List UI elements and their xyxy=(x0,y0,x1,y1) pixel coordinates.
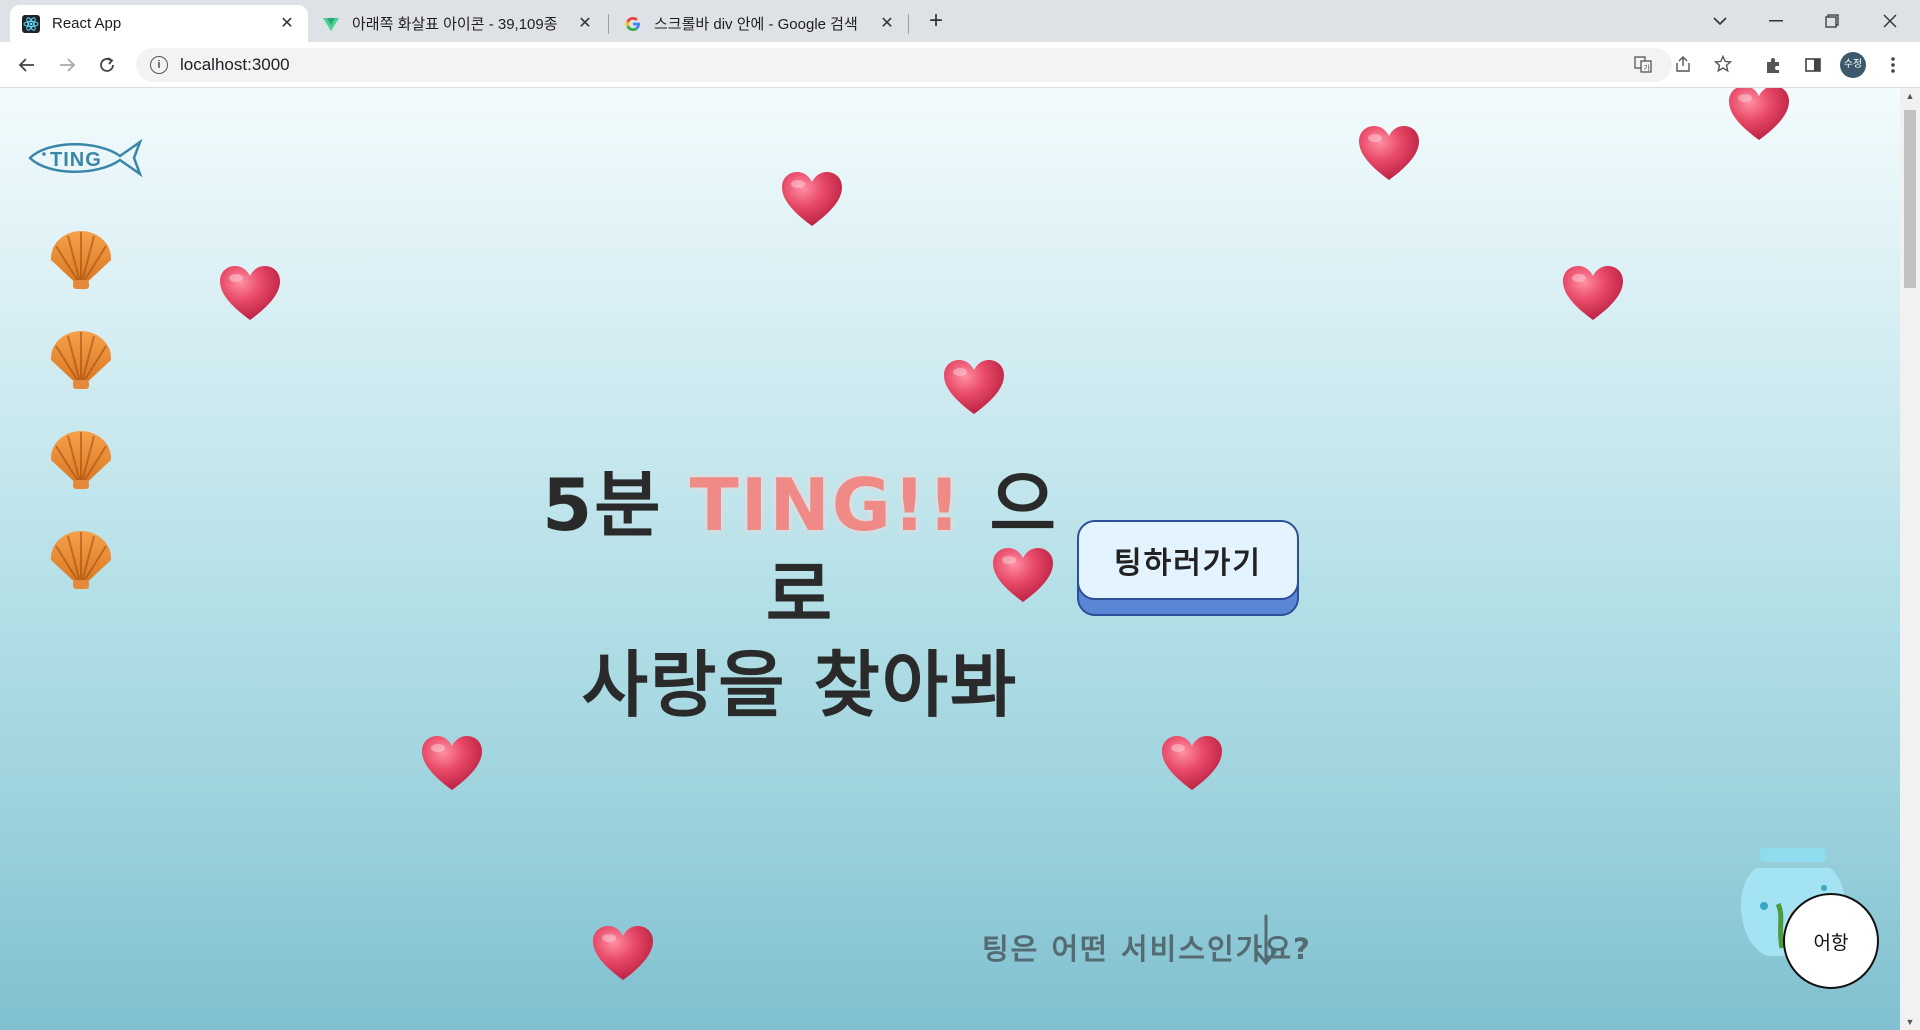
heart-icon xyxy=(1359,126,1419,180)
heart-icon xyxy=(993,548,1053,602)
heart-icon xyxy=(782,172,842,226)
reload-button[interactable] xyxy=(92,50,122,80)
forward-button[interactable] xyxy=(52,50,82,80)
page-scrollbar[interactable]: ▲ ▼ xyxy=(1900,88,1920,1030)
shell-icon[interactable] xyxy=(46,328,116,390)
browser-tab-strip: React App ✕ 아래쪽 화살표 아이콘 - 39,109종 ✕ 스크롤바… xyxy=(0,0,1920,42)
headline-highlight: TING!! xyxy=(689,463,963,547)
react-icon xyxy=(22,14,40,33)
profile-avatar[interactable]: 수정 xyxy=(1840,52,1866,78)
close-tab-icon[interactable]: ✕ xyxy=(278,15,296,33)
arrow-down-icon[interactable] xyxy=(1254,914,1278,966)
headline-line-2: 사랑을 찾아봐 xyxy=(581,643,1019,727)
scroll-thumb[interactable] xyxy=(1904,110,1916,288)
restore-button[interactable] xyxy=(1804,0,1860,42)
tab-separator xyxy=(908,14,909,34)
tab-google-search[interactable]: 스크롤바 div 안에 - Google 검색 ✕ xyxy=(612,5,908,42)
extensions-icon[interactable] xyxy=(1760,52,1786,78)
close-tab-icon[interactable]: ✕ xyxy=(576,15,594,33)
close-tab-icon[interactable]: ✕ xyxy=(878,15,896,33)
tab-title: 스크롤바 div 안에 - Google 검색 xyxy=(654,16,858,33)
shell-icon[interactable] xyxy=(46,528,116,590)
shell-icon[interactable] xyxy=(46,428,116,490)
logo-text: TING xyxy=(50,149,102,171)
minimize-button[interactable] xyxy=(1748,0,1804,42)
share-icon[interactable] xyxy=(1670,51,1696,77)
bookmark-star-icon[interactable] xyxy=(1710,51,1736,77)
heart-icon xyxy=(944,360,1004,414)
scroll-up-arrow[interactable]: ▲ xyxy=(1900,88,1920,104)
address-bar[interactable]: i localhost:3000 xyxy=(136,48,1672,82)
start-ting-button[interactable]: 팅하러가기 xyxy=(1077,520,1299,616)
site-info-icon[interactable]: i xyxy=(150,56,168,74)
more-menu-icon[interactable] xyxy=(1880,52,1906,78)
svg-text:가: 가 xyxy=(1644,63,1651,72)
browser-toolbar: i localhost:3000 가 xyxy=(0,42,1920,88)
tab-title: React App xyxy=(52,15,122,32)
page-viewport: TING 5분 TING!! 으로 사랑을 찾아봐 팅하러가기 팅은 어떤 서비… xyxy=(0,88,1900,1030)
url-text: localhost:3000 xyxy=(180,55,290,74)
headline-text: 5분 xyxy=(542,463,690,547)
heart-icon xyxy=(1729,88,1789,140)
back-button[interactable] xyxy=(12,50,42,80)
heart-icon xyxy=(1162,736,1222,790)
ting-logo[interactable]: TING xyxy=(28,138,148,178)
shell-icon[interactable] xyxy=(46,228,116,290)
heart-icon xyxy=(422,736,482,790)
heart-icon xyxy=(593,926,653,980)
new-tab-button[interactable]: + xyxy=(922,8,950,36)
scroll-down-arrow[interactable]: ▼ xyxy=(1900,1014,1920,1030)
tab-react-app[interactable]: React App ✕ xyxy=(10,5,308,42)
side-panel-icon[interactable] xyxy=(1800,52,1826,78)
close-window-button[interactable] xyxy=(1862,0,1918,42)
tab-arrow-icons[interactable]: 아래쪽 화살표 아이콘 - 39,109종 ✕ xyxy=(310,5,606,42)
flaticon-icon xyxy=(322,15,340,33)
heart-icon xyxy=(220,266,280,320)
google-icon xyxy=(624,15,642,33)
tab-title: 아래쪽 화살표 아이콘 - 39,109종 xyxy=(352,16,558,33)
tab-separator xyxy=(608,14,609,34)
tab-search-button[interactable] xyxy=(1692,0,1748,42)
button-label: 팅하러가기 xyxy=(1077,520,1299,600)
heart-icon xyxy=(1563,266,1623,320)
aquarium-button[interactable]: 어항 xyxy=(1783,893,1879,989)
translate-icon[interactable]: 가 xyxy=(1630,51,1656,77)
